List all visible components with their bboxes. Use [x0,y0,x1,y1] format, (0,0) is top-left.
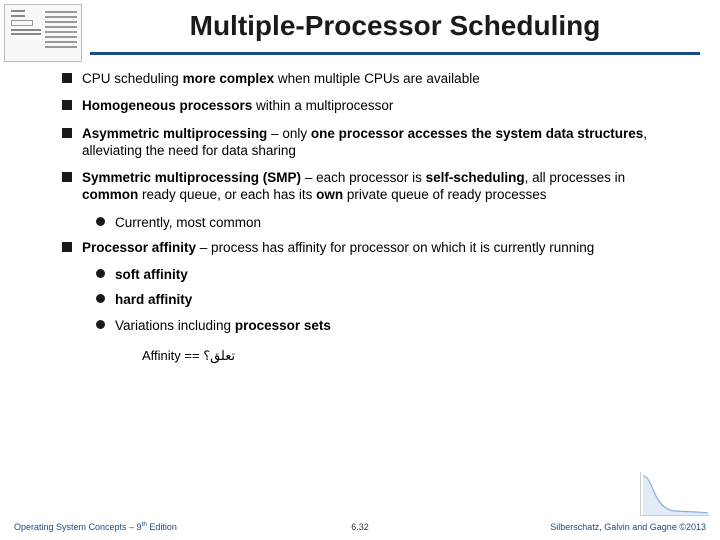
square-bullet-icon [62,73,72,83]
subbullet-soft-affinity: soft affinity [96,266,684,283]
slide-thumbnail [4,4,82,62]
circle-bullet-icon [96,320,105,329]
circle-bullet-icon [96,294,105,303]
title-underline [90,52,700,55]
bullet-smp: Symmetric multiprocessing (SMP) – each p… [62,169,684,204]
circle-bullet-icon [96,269,105,278]
slide-footer: Operating System Concepts – 9th Edition … [0,516,720,534]
slide-title: Multiple-Processor Scheduling [90,6,700,50]
subbullet-processor-sets: Variations including processor sets [96,317,684,334]
circle-bullet-icon [96,217,105,226]
footer-right: Silberschatz, Galvin and Gagne ©2013 [550,522,706,532]
square-bullet-icon [62,128,72,138]
affinity-note: Affinity == تعلق؟ [142,348,684,364]
bullet-homogeneous: Homogeneous processors within a multipro… [62,97,684,114]
bullet-cpu-complex: CPU scheduling more complex when multipl… [62,70,684,87]
bullet-affinity: Processor affinity – process has affinit… [62,239,684,256]
subbullet-hard-affinity: hard affinity [96,291,684,308]
bullet-asymmetric: Asymmetric multiprocessing – only one pr… [62,125,684,160]
slide-body: CPU scheduling more complex when multipl… [62,70,684,364]
subbullet-smp-common: Currently, most common [96,214,684,231]
square-bullet-icon [62,100,72,110]
decorative-chart-icon [640,472,710,516]
square-bullet-icon [62,172,72,182]
square-bullet-icon [62,242,72,252]
